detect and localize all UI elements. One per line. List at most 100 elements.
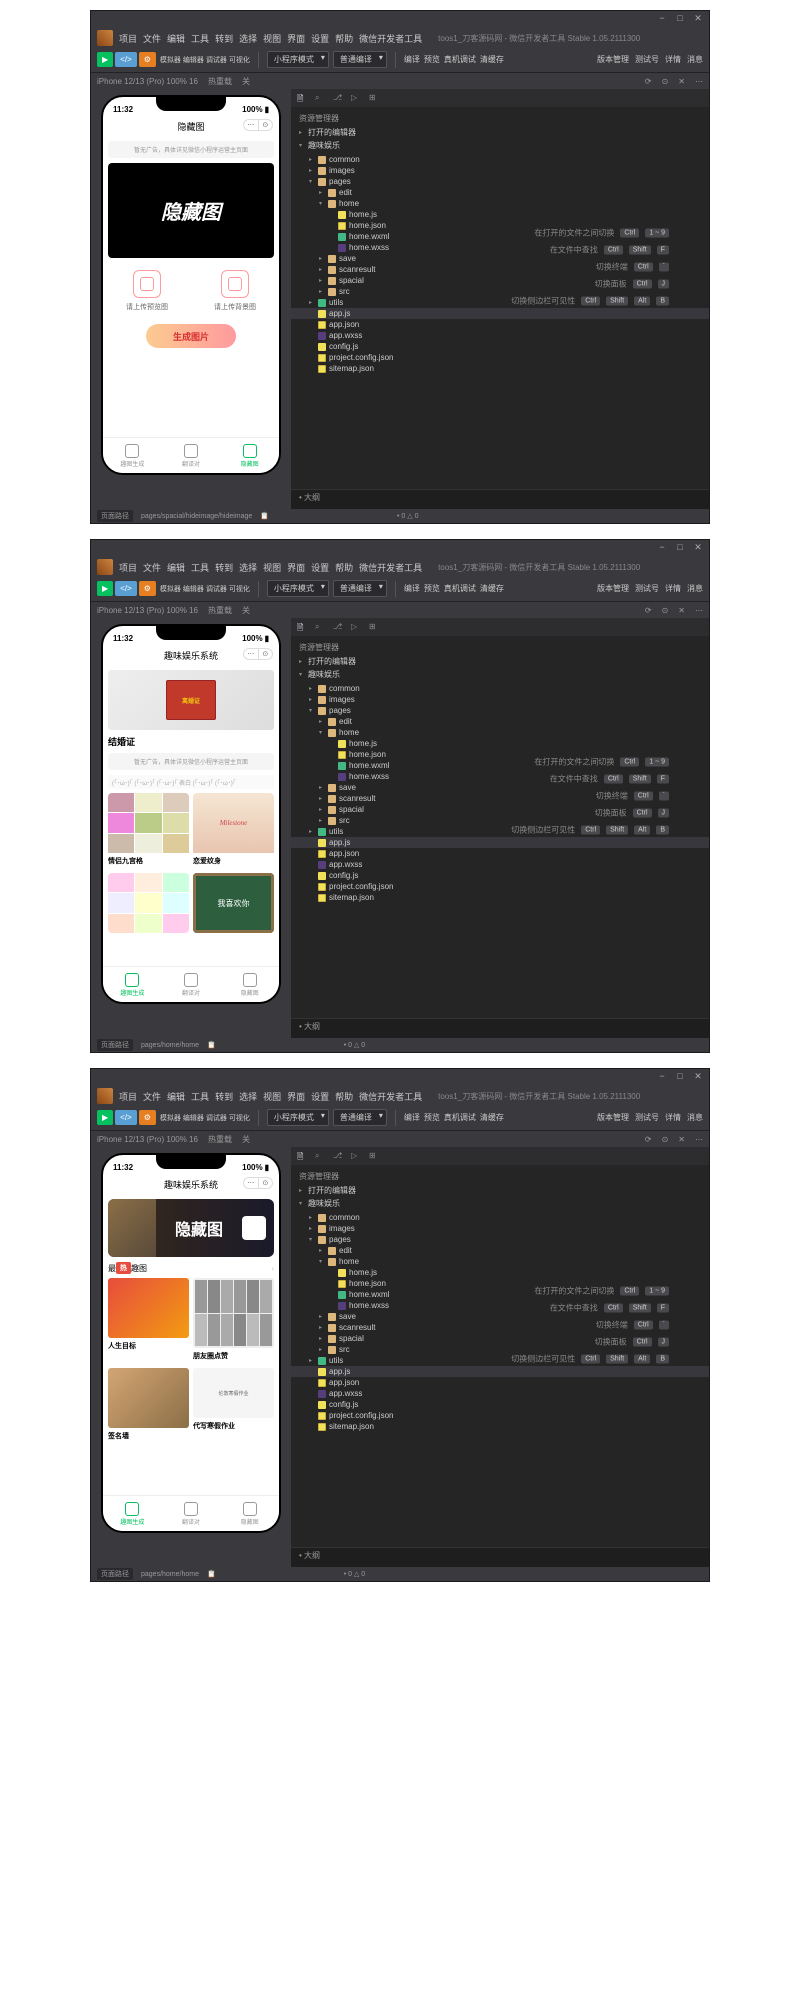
- folder-edit[interactable]: ▸edit: [291, 716, 709, 727]
- close-button[interactable]: ✕: [693, 542, 703, 552]
- emoji-scroll[interactable]: (｢･ω･)｢ (｢･ω･)｢ (｢･ω･)｢ 表白 (｢･ω･)｢ (｢･ω･…: [108, 775, 274, 789]
- capsule-menu-icon[interactable]: ⋯: [244, 120, 259, 130]
- capsule-close-icon[interactable]: ⊙: [259, 120, 273, 130]
- outline-panel[interactable]: • 大纲: [291, 1547, 709, 1567]
- card-tattoo[interactable]: Milestone 恋爱纹身: [193, 793, 274, 869]
- device-select[interactable]: iPhone 12/13 (Pro) 100% 16: [97, 1135, 198, 1144]
- menu-ui[interactable]: 界面: [287, 561, 305, 574]
- open-editors-section[interactable]: ▸打开的编辑器: [291, 655, 709, 668]
- compile-target-select[interactable]: 普通编译: [333, 580, 387, 597]
- menu-ui[interactable]: 界面: [287, 32, 305, 45]
- compile-button[interactable]: 编译: [404, 54, 420, 65]
- messages-button[interactable]: 消息: [687, 583, 703, 594]
- test-account-button[interactable]: 测试号: [635, 54, 659, 65]
- menu-ui[interactable]: 界面: [287, 1090, 305, 1103]
- search-tab-icon[interactable]: ⌕: [315, 1151, 325, 1161]
- file-config-js[interactable]: config.js: [291, 341, 709, 352]
- folder-pages[interactable]: ▾pages: [291, 705, 709, 716]
- copy-path-icon[interactable]: 📋: [207, 1041, 216, 1049]
- editor-toggle[interactable]: </>: [115, 52, 137, 67]
- open-editors-section[interactable]: ▸打开的编辑器: [291, 1184, 709, 1197]
- problems-count[interactable]: • 0 △ 0: [397, 512, 418, 520]
- upload-bg-icon[interactable]: [221, 270, 249, 298]
- compile-button[interactable]: 编译: [404, 583, 420, 594]
- file-config-js[interactable]: config.js: [291, 870, 709, 881]
- cert-preview[interactable]: 离婚证: [108, 670, 274, 730]
- capsule-button[interactable]: ⋯⊙: [243, 1177, 273, 1189]
- clear-cache-button[interactable]: 清缓存: [480, 1112, 504, 1123]
- run-tab-icon[interactable]: ▷: [351, 1151, 361, 1161]
- tab-translate[interactable]: 翻译对: [162, 1496, 221, 1531]
- menu-help[interactable]: 帮助: [335, 32, 353, 45]
- menu-select[interactable]: 选择: [239, 32, 257, 45]
- folder-common[interactable]: ▸common: [291, 154, 709, 165]
- menu-tools[interactable]: 工具: [191, 1090, 209, 1103]
- folder-images[interactable]: ▸images: [291, 165, 709, 176]
- card-signature[interactable]: 签名墙: [108, 1368, 189, 1444]
- explorer-tab-icon[interactable]: 🗎: [297, 622, 307, 632]
- file-project-config[interactable]: project.config.json: [291, 1410, 709, 1421]
- folder-edit[interactable]: ▸edit: [291, 1245, 709, 1256]
- file-app-wxss[interactable]: app.wxss: [291, 330, 709, 341]
- ext-tab-icon[interactable]: ⊞: [369, 622, 379, 632]
- menu-wx[interactable]: 微信开发者工具: [359, 561, 422, 574]
- card-chalkboard[interactable]: 我喜欢你: [193, 873, 274, 933]
- ext-tab-icon[interactable]: ⊞: [369, 1151, 379, 1161]
- menu-select[interactable]: 选择: [239, 561, 257, 574]
- file-home-js[interactable]: home.js: [291, 209, 709, 220]
- menu-project[interactable]: 项目: [119, 32, 137, 45]
- project-root[interactable]: ▾趣味娱乐: [291, 139, 709, 152]
- card-colors[interactable]: [108, 873, 189, 933]
- file-app-json[interactable]: app.json: [291, 848, 709, 859]
- run-tab-icon[interactable]: ▷: [351, 93, 361, 103]
- menu-view[interactable]: 视图: [263, 561, 281, 574]
- compile-target-select[interactable]: 普通编译: [333, 1109, 387, 1126]
- compile-button[interactable]: 编译: [404, 1112, 420, 1123]
- tab-translate[interactable]: 翻译对: [162, 438, 221, 473]
- copy-path-icon[interactable]: 📋: [260, 512, 269, 520]
- file-config-js[interactable]: config.js: [291, 1399, 709, 1410]
- tab-hidden[interactable]: 隐藏图: [220, 967, 279, 1002]
- menu-edit[interactable]: 编辑: [167, 32, 185, 45]
- details-button[interactable]: 详情: [665, 1112, 681, 1123]
- menu-settings[interactable]: 设置: [311, 561, 329, 574]
- outline-panel[interactable]: • 大纲: [291, 489, 709, 509]
- preview-button[interactable]: 预览: [424, 1112, 440, 1123]
- minimize-button[interactable]: −: [657, 542, 667, 552]
- debugger-toggle[interactable]: ⚙: [139, 52, 156, 67]
- tab-home[interactable]: 趣图生成: [103, 967, 162, 1002]
- folder-common[interactable]: ▸common: [291, 683, 709, 694]
- close-button[interactable]: ✕: [693, 13, 703, 23]
- details-button[interactable]: 详情: [665, 54, 681, 65]
- project-root[interactable]: ▾趣味娱乐: [291, 668, 709, 681]
- menu-goto[interactable]: 转到: [215, 561, 233, 574]
- real-debug-button[interactable]: 真机调试: [444, 583, 476, 594]
- menu-goto[interactable]: 转到: [215, 1090, 233, 1103]
- file-project-config[interactable]: project.config.json: [291, 352, 709, 363]
- menu-help[interactable]: 帮助: [335, 1090, 353, 1103]
- run-tab-icon[interactable]: ▷: [351, 622, 361, 632]
- search-tab-icon[interactable]: ⌕: [315, 622, 325, 632]
- maximize-button[interactable]: □: [675, 1071, 685, 1081]
- simulator-toggle[interactable]: ▶: [97, 1110, 113, 1125]
- menu-settings[interactable]: 设置: [311, 32, 329, 45]
- search-tab-icon[interactable]: ⌕: [315, 93, 325, 103]
- file-sitemap[interactable]: sitemap.json: [291, 1421, 709, 1432]
- preview-button[interactable]: 预览: [424, 54, 440, 65]
- folder-images[interactable]: ▸images: [291, 1223, 709, 1234]
- editor-toggle[interactable]: </>: [115, 1110, 137, 1125]
- tab-hidden[interactable]: 隐藏图: [220, 438, 279, 473]
- version-mgmt-button[interactable]: 版本管理: [597, 1112, 629, 1123]
- compile-mode-select[interactable]: 小程序模式: [267, 580, 329, 597]
- compile-mode-select[interactable]: 小程序模式: [267, 51, 329, 68]
- file-app-json[interactable]: app.json: [291, 1377, 709, 1388]
- explorer-tab-icon[interactable]: 🗎: [297, 93, 307, 103]
- compile-mode-select[interactable]: 小程序模式: [267, 1109, 329, 1126]
- real-debug-button[interactable]: 真机调试: [444, 54, 476, 65]
- ext-tab-icon[interactable]: ⊞: [369, 93, 379, 103]
- file-project-config[interactable]: project.config.json: [291, 881, 709, 892]
- current-page-path[interactable]: pages/home/home: [141, 1042, 199, 1049]
- current-page-path[interactable]: pages/home/home: [141, 1571, 199, 1578]
- debugger-toggle[interactable]: ⚙: [139, 1110, 156, 1125]
- phone-simulator[interactable]: 11:32100%▮ 趣味娱乐系统⋯⊙ 隐藏图 最热趣图 ›: [101, 1153, 281, 1533]
